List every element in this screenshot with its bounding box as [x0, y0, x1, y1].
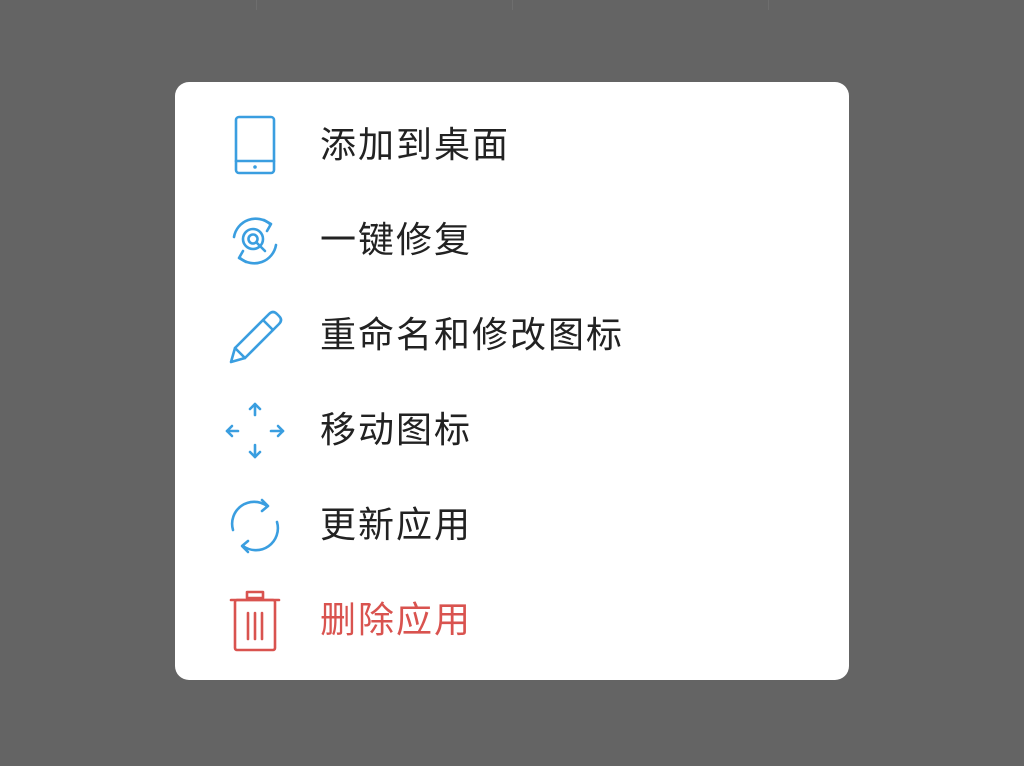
menu-item-move-icon[interactable]: 移动图标: [175, 383, 849, 478]
background-divider: [768, 0, 769, 10]
menu-item-label: 更新应用: [320, 504, 473, 546]
menu-item-label: 删除应用: [320, 599, 473, 641]
menu-item-one-click-repair[interactable]: 一键修复: [175, 193, 849, 288]
menu-item-add-to-desktop[interactable]: 添加到桌面: [175, 98, 849, 193]
background-divider: [512, 0, 513, 10]
background-divider: [256, 0, 257, 10]
menu-item-delete-app[interactable]: 删除应用: [175, 573, 849, 668]
refresh-icon: [221, 492, 289, 560]
menu-item-rename-and-change-icon[interactable]: 重命名和修改图标: [175, 288, 849, 383]
trash-icon: [221, 587, 289, 655]
move-arrows-icon: [221, 397, 289, 465]
menu-item-label: 添加到桌面: [320, 124, 511, 166]
menu-item-label: 重命名和修改图标: [320, 314, 625, 356]
menu-item-label: 一键修复: [320, 219, 473, 261]
repair-icon: [221, 207, 289, 275]
context-menu: 添加到桌面 一键修复 重命名和修改图标 移动图标 更新应用 删除应用: [175, 82, 849, 680]
menu-item-update-app[interactable]: 更新应用: [175, 478, 849, 573]
pencil-icon: [221, 302, 289, 370]
tablet-icon: [221, 112, 289, 180]
menu-item-label: 移动图标: [320, 409, 473, 451]
